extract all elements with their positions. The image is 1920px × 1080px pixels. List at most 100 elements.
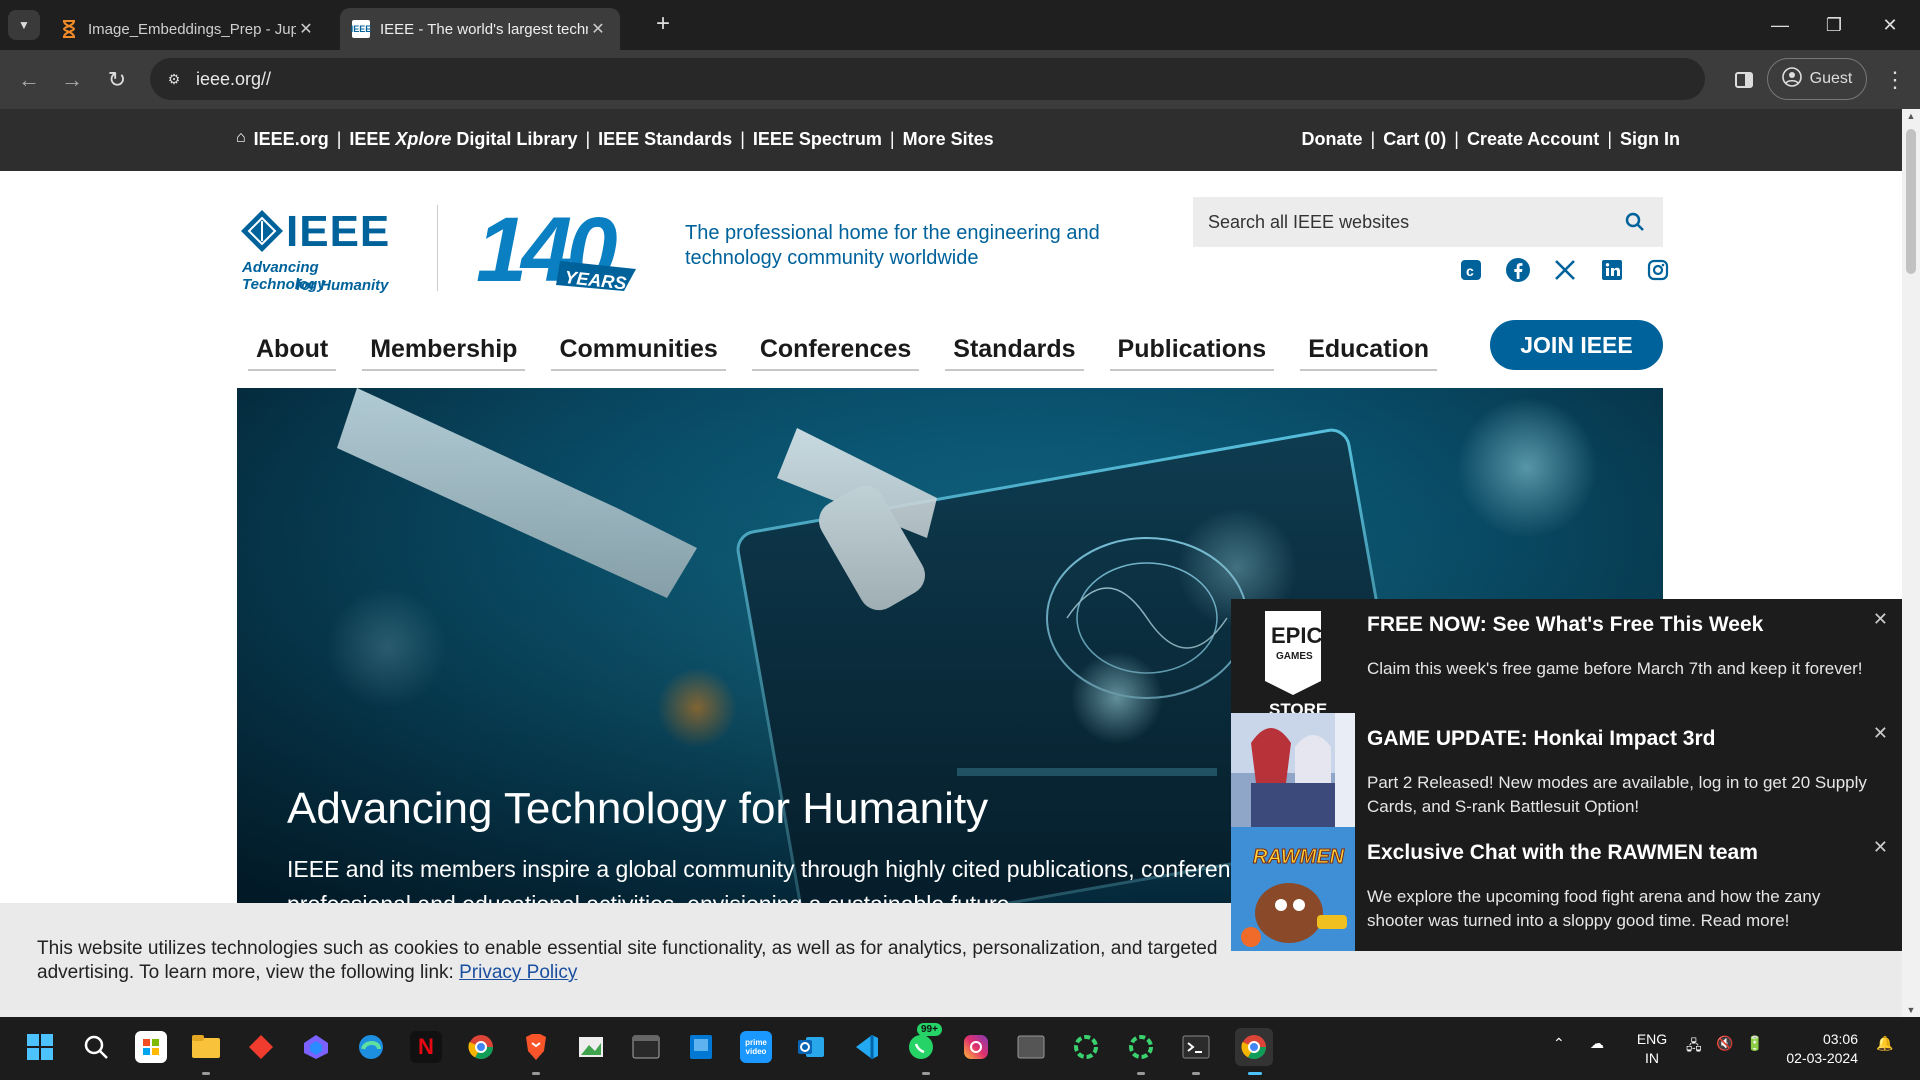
nav-publications[interactable]: Publications [1109, 323, 1275, 371]
nav-membership[interactable]: Membership [362, 323, 526, 371]
battery-icon[interactable]: 🔋 [1746, 1035, 1763, 1052]
join-ieee-button[interactable]: JOIN IEEE [1490, 320, 1663, 370]
edge-icon[interactable] [355, 1031, 387, 1063]
notification-bell-icon[interactable]: 🔔 [1876, 1035, 1893, 1052]
close-window-button[interactable]: ✕ [1870, 8, 1910, 42]
minimize-button[interactable]: — [1760, 8, 1800, 42]
running-indicator [532, 1072, 540, 1075]
url-text[interactable]: ieee.org// [196, 69, 271, 90]
instagram-icon[interactable] [960, 1031, 992, 1063]
nav-standards[interactable]: Standards [945, 323, 1084, 371]
terminal-icon[interactable] [630, 1031, 662, 1063]
windows-start-icon[interactable] [24, 1031, 56, 1063]
language-indicator[interactable]: ENG IN [1634, 1030, 1670, 1068]
header-divider [437, 205, 438, 291]
network-icon[interactable]: 🖧 [1686, 1035, 1702, 1059]
chrome-icon[interactable] [465, 1031, 497, 1063]
side-panel-icon[interactable] [1727, 63, 1761, 97]
search-input[interactable] [1193, 197, 1603, 247]
rawmen-art: RAWMEN [1231, 827, 1355, 951]
file-explorer-icon[interactable] [190, 1031, 222, 1063]
paint-icon[interactable] [575, 1031, 607, 1063]
close-icon[interactable]: ✕ [1873, 837, 1888, 858]
tab-ieee[interactable]: IEEE IEEE - The world's largest technica… [340, 8, 620, 50]
web-page: ⌂ IEEE.org | IEEE Xplore Digital Library… [0, 109, 1902, 1017]
nav-education[interactable]: Education [1300, 323, 1438, 371]
link-donate[interactable]: Donate [1302, 129, 1363, 150]
scroll-up-icon[interactable]: ▲ [1902, 111, 1920, 121]
clock[interactable]: 03:06 02-03-2024 [1780, 1030, 1858, 1068]
cookie-text: This website utilizes technologies such … [37, 937, 1237, 985]
x-icon[interactable] [1552, 257, 1578, 283]
cookie-text-2: more, view the following link: [211, 962, 454, 983]
link-more-sites[interactable]: More Sites [903, 129, 994, 150]
site-info-icon[interactable]: ⚙ [162, 67, 186, 91]
tab-jupyter[interactable]: Image_Embeddings_Prep - Jupyter ✕ [48, 8, 328, 50]
instagram-icon[interactable] [1645, 257, 1671, 283]
browser-menu-icon[interactable]: ⋮ [1880, 63, 1910, 97]
windows-app-icon[interactable] [685, 1031, 717, 1063]
notification-honkai[interactable]: GAME UPDATE: Honkai Impact 3rd Part 2 Re… [1231, 713, 1902, 837]
window-icon[interactable] [1015, 1031, 1047, 1063]
onedrive-icon[interactable]: ☁ [1590, 1035, 1604, 1052]
ieee-logo[interactable]: IEEE Advancing Technology for Humanity [240, 201, 400, 294]
ieee-collabratec-icon[interactable]: c [1458, 257, 1484, 283]
privacy-policy-link[interactable]: Privacy Policy [459, 962, 577, 983]
scrollbar-thumb[interactable] [1906, 129, 1916, 274]
linkedin-icon[interactable] [1599, 257, 1625, 283]
outlook-icon[interactable] [795, 1031, 827, 1063]
notification-epic-free[interactable]: EPIC GAMES STORE FREE NOW: See What's Fr… [1231, 599, 1902, 723]
windows-taskbar: N prime video 99+ ⌃ ☁ ENG IN 🖧 🔇 🔋 03:06… [0, 1017, 1920, 1080]
git-icon[interactable] [245, 1031, 277, 1063]
link-sign-in[interactable]: Sign In [1620, 129, 1680, 150]
forward-button[interactable]: → [55, 63, 89, 97]
link-cart[interactable]: Cart (0) [1383, 129, 1446, 150]
xplore-em: Xplore [395, 129, 452, 149]
microsoft-store-icon[interactable] [135, 1031, 167, 1063]
restore-button[interactable]: ❐ [1814, 8, 1854, 42]
prime-video-icon[interactable]: prime video [740, 1031, 772, 1063]
spinner-icon[interactable] [1070, 1031, 1102, 1063]
link-create-account[interactable]: Create Account [1467, 129, 1599, 150]
vscode-icon[interactable] [850, 1031, 882, 1063]
facebook-icon[interactable] [1505, 257, 1531, 283]
running-indicator [1192, 1072, 1200, 1075]
notification-rawmen[interactable]: RAWMEN Exclusive Chat with the RAWMEN te… [1231, 827, 1902, 951]
close-icon[interactable]: ✕ [1873, 723, 1888, 744]
ieee-kite-icon [241, 210, 283, 252]
address-bar[interactable]: ⚙ ieee.org// [150, 58, 1705, 100]
ieee-top-bar: ⌂ IEEE.org | IEEE Xplore Digital Library… [0, 109, 1902, 171]
link-ieee-org[interactable]: IEEE.org [254, 129, 329, 150]
chrome-active-icon[interactable] [1235, 1028, 1273, 1066]
profile-button[interactable]: Guest [1767, 58, 1867, 100]
nav-communities[interactable]: Communities [551, 323, 726, 371]
whatsapp-icon[interactable]: 99+ [905, 1023, 942, 1063]
search-icon[interactable] [80, 1031, 112, 1063]
spinner-icon-2[interactable] [1125, 1031, 1157, 1063]
separator: | [336, 129, 342, 149]
close-icon[interactable]: ✕ [1873, 609, 1888, 630]
volume-muted-icon[interactable]: 🔇 [1716, 1035, 1733, 1052]
page-scrollbar[interactable]: ▲ ▼ [1902, 109, 1920, 1017]
nav-about[interactable]: About [248, 323, 337, 371]
chevron-up-icon[interactable]: ⌃ [1553, 1035, 1565, 1052]
nav-conferences[interactable]: Conferences [751, 323, 920, 371]
tab-close-icon[interactable]: ✕ [296, 19, 316, 39]
browser-toolbar: ← → ↻ ⚙ ieee.org// Guest ⋮ [0, 50, 1920, 109]
tab-close-icon[interactable]: ✕ [588, 19, 608, 39]
scroll-down-icon[interactable]: ▼ [1902, 1005, 1920, 1015]
search-icon[interactable] [1623, 210, 1647, 234]
tab-search-button[interactable]: ▼ [8, 10, 40, 40]
link-ieee-standards[interactable]: IEEE Standards [598, 129, 732, 150]
copilot-icon[interactable] [300, 1031, 332, 1063]
link-ieee-spectrum[interactable]: IEEE Spectrum [753, 129, 882, 150]
powershell-icon[interactable] [1180, 1031, 1212, 1063]
new-tab-button[interactable]: + [650, 12, 676, 38]
reload-button[interactable]: ↻ [100, 63, 134, 97]
notification-body: We explore the upcoming food fight arena… [1367, 887, 1821, 930]
140-years-logo: 140 YEARS [476, 199, 636, 301]
link-ieee-xplore[interactable]: IEEE Xplore Digital Library [349, 129, 577, 150]
brave-icon[interactable] [520, 1031, 552, 1063]
back-button[interactable]: ← [12, 63, 46, 97]
netflix-icon[interactable]: N [410, 1031, 442, 1063]
